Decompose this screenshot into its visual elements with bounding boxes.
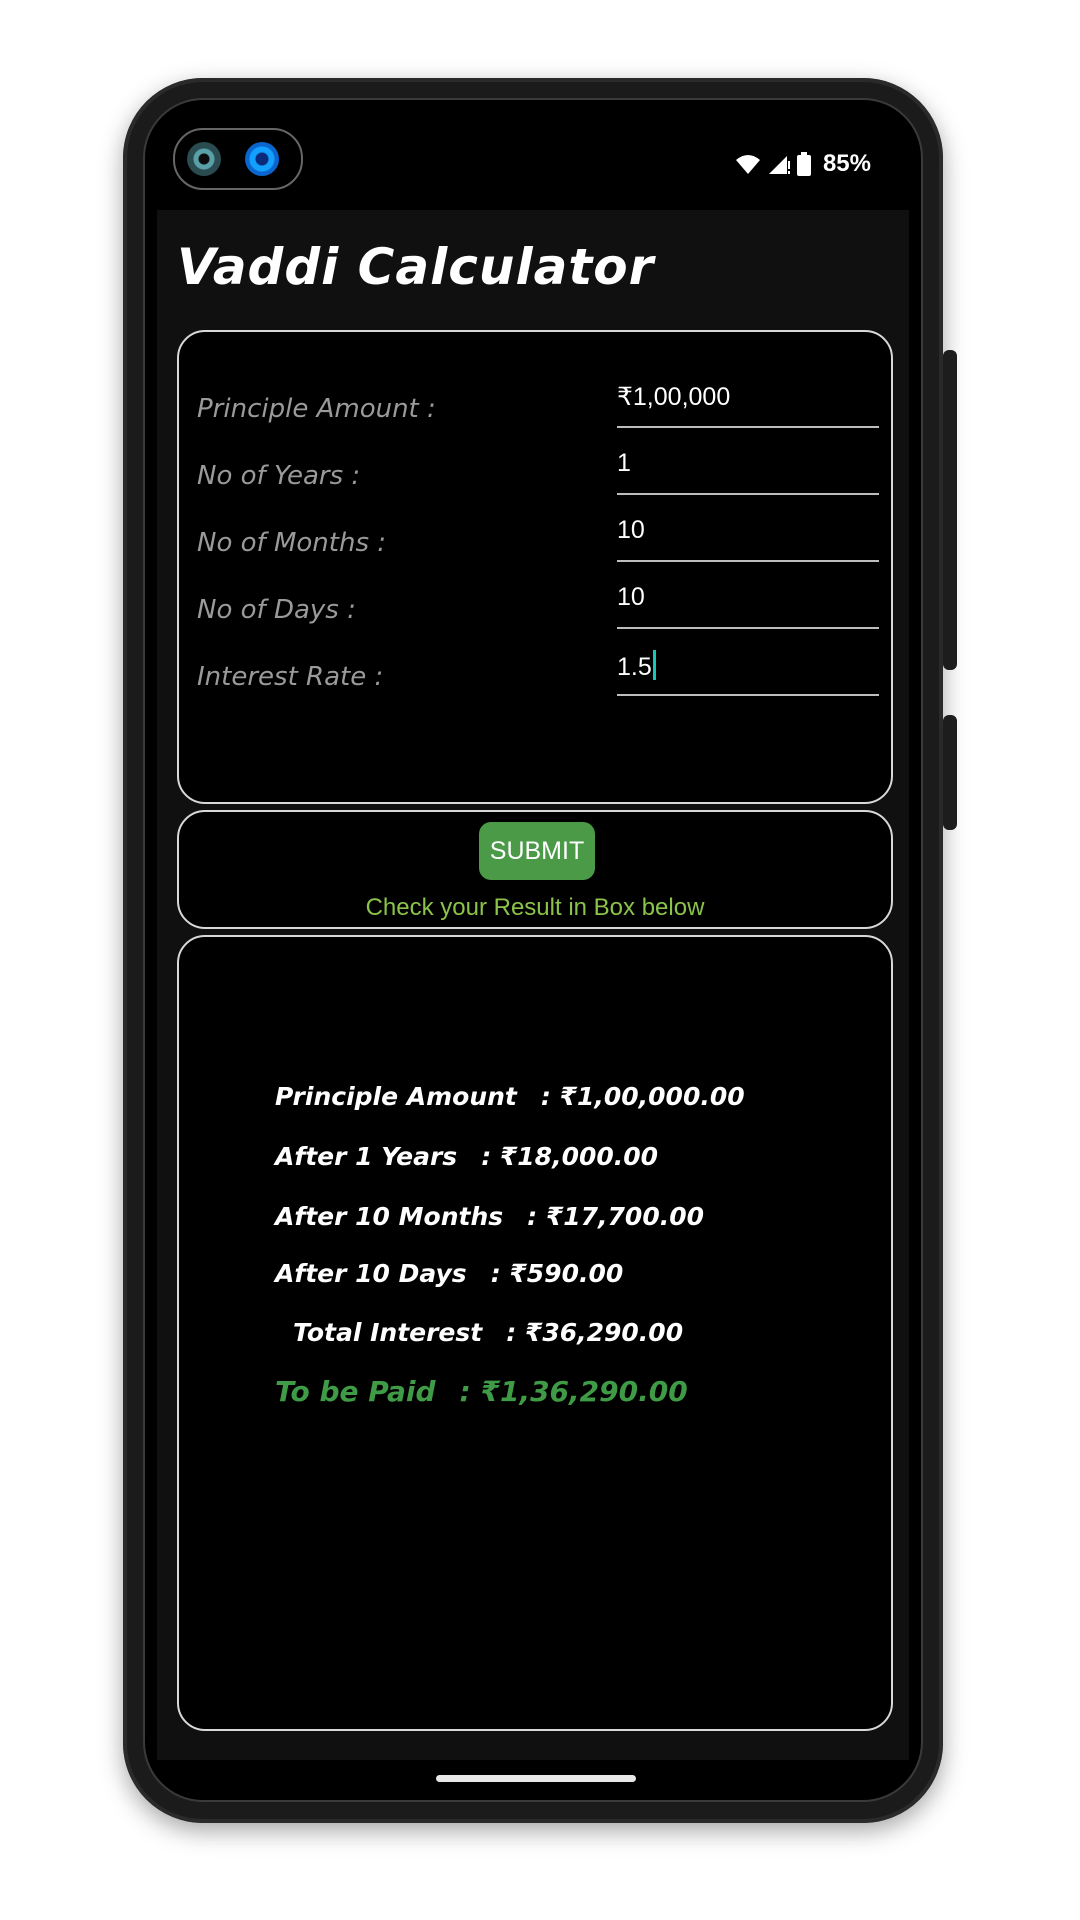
battery-percentage: 85% (822, 150, 871, 177)
result-to-be-paid-value: : ₹1,36,290.00 (459, 1375, 688, 1408)
interest-rate-input[interactable]: 1.5 (617, 650, 879, 696)
result-years: After 1 Years : ₹18,000.00 (275, 1142, 662, 1171)
result-card: Principle Amount : ₹1,00,000.00 After 1 Y… (177, 935, 893, 1731)
result-principle-value: : ₹1,00,000.00 (540, 1082, 745, 1111)
result-months-value: : ₹17,700.00 (527, 1202, 704, 1231)
result-months: After 10 Months : ₹17,700.00 (275, 1202, 708, 1231)
app-content: Vaddi Calculator Principle Amount : ₹1,0… (157, 210, 909, 1760)
result-total-interest-label: Total Interest (293, 1318, 483, 1347)
years-row: No of Years : 1 (179, 449, 891, 519)
result-total-interest-value: : ₹36,290.00 (506, 1318, 684, 1347)
interest-rate-row: Interest Rate : 1.5 (179, 650, 891, 720)
result-hint: Check your Result in Box below (365, 894, 705, 921)
volume-button (943, 715, 957, 830)
text-caret (652, 650, 656, 680)
principle-amount-row: Principle Amount : ₹1,00,000 (179, 382, 891, 452)
years-input[interactable]: 1 (617, 449, 879, 495)
days-input[interactable]: 10 (617, 583, 879, 629)
result-to-be-paid-label: To be Paid (275, 1375, 436, 1408)
home-gesture-bar[interactable] (436, 1775, 636, 1782)
result-years-label: After 1 Years (275, 1142, 458, 1171)
submit-card: SUBMIT Check your Result in Box below (177, 810, 893, 929)
interest-rate-value: 1.5 (617, 653, 652, 681)
days-label: No of Days : (197, 595, 356, 625)
battery-icon (796, 152, 811, 176)
result-days-label: After 10 Days (275, 1259, 467, 1288)
months-input[interactable]: 10 (617, 516, 879, 562)
phone-screen: 85% Vaddi Calculator Principle Amount : … (145, 100, 921, 1800)
submit-button[interactable]: SUBMIT (479, 822, 595, 880)
principle-amount-input[interactable]: ₹1,00,000 (617, 382, 879, 428)
result-principle-label: Principle Amount (275, 1082, 517, 1111)
days-row: No of Days : 10 (179, 583, 891, 653)
wifi-icon (735, 155, 760, 174)
status-bar: 85% (145, 100, 921, 210)
years-label: No of Years : (197, 461, 361, 491)
principle-amount-label: Principle Amount : (197, 394, 436, 424)
principle-amount-value: ₹1,00,000 (617, 383, 731, 411)
power-button (943, 350, 957, 670)
result-months-label: After 10 Months (275, 1202, 504, 1231)
result-days: After 10 Days : ₹590.00 (275, 1259, 627, 1288)
result-days-value: : ₹590.00 (490, 1259, 624, 1288)
result-principle: Principle Amount : ₹1,00,000.00 (275, 1082, 749, 1111)
app-title: Vaddi Calculator (177, 238, 655, 296)
result-years-value: : ₹18,000.00 (481, 1142, 659, 1171)
result-total-interest: Total Interest : ₹36,290.00 (293, 1318, 687, 1347)
years-value: 1 (617, 449, 631, 477)
months-label: No of Months : (197, 528, 387, 558)
signal-icon (768, 156, 790, 174)
result-to-be-paid: To be Paid : ₹1,36,290.00 (275, 1375, 692, 1408)
interest-rate-label: Interest Rate : (197, 662, 384, 692)
months-value: 10 (617, 516, 645, 544)
days-value: 10 (617, 583, 645, 611)
status-icons: 85% (735, 150, 871, 178)
camera-cutout (173, 128, 303, 190)
camera-lens-icon (245, 142, 279, 176)
months-row: No of Months : 10 (179, 516, 891, 586)
camera-lens-icon (187, 142, 221, 176)
input-card: Principle Amount : ₹1,00,000 No of Years… (177, 330, 893, 804)
